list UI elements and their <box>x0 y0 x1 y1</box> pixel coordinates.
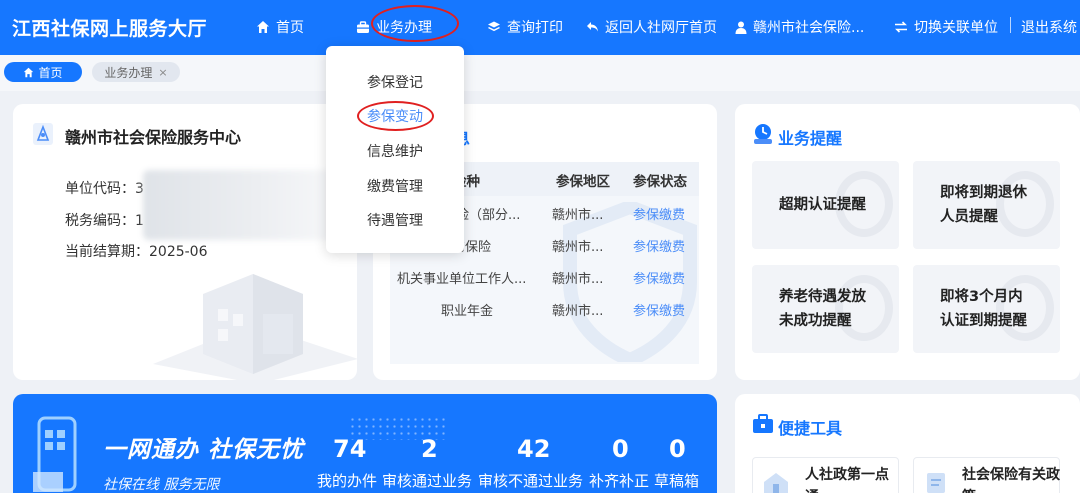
reminder-auth-expiring[interactable]: 即将3个月内 认证到期提醒 <box>913 265 1060 353</box>
stat-value: 42 <box>517 435 551 463</box>
settlement-period-row: 当前结算期：2025-06 <box>65 241 208 261</box>
stats-banner: 一网通办 社保无忧 社保在线 服务无限 74 我的办件 2 审核通过业务 42 … <box>13 394 717 493</box>
reminder-line: 即将到期退休 <box>940 185 1027 201</box>
nav-return-home[interactable]: 返回人社网厅首页 <box>586 17 717 37</box>
redaction-blur <box>143 170 333 240</box>
row-region: 赣州市... <box>552 272 604 287</box>
reminder-line: 认证到期提醒 <box>940 313 1027 329</box>
reminder-line: 超期认证提醒 <box>779 197 866 213</box>
stat-label: 审核不通过业务 <box>478 472 584 490</box>
tool-label-line: 人社政第一点 <box>805 467 889 483</box>
tab-business-label: 业务办理 <box>104 65 153 80</box>
tax-code-row: 税务编码：1 <box>65 210 144 230</box>
nav-query-print-label: 查询打印 <box>507 20 563 36</box>
row-status: 参保缴费 <box>633 304 686 319</box>
nav-switch-unit[interactable]: 切换关联单位 <box>894 17 998 37</box>
row-status: 参保缴费 <box>633 272 686 287</box>
nav-home-label: 首页 <box>276 20 304 36</box>
nav-return-home-label: 返回人社网厅首页 <box>605 20 717 36</box>
highlight-ring-change <box>357 101 434 131</box>
settlement-period-value: 2025-06 <box>149 244 208 260</box>
row-type: 机关事业单位工作人... <box>397 272 527 287</box>
row-status: 参保缴费 <box>633 208 686 223</box>
tab-home[interactable]: 首页 <box>4 62 82 82</box>
business-dropdown-menu: 参保登记 参保变动 信息维护 缴费管理 待遇管理 <box>326 46 464 253</box>
briefcase-icon <box>357 20 369 33</box>
layers-icon <box>488 21 500 32</box>
reminder-line: 养老待遇发放 <box>779 289 866 305</box>
stat-label: 补齐补正 <box>589 472 650 490</box>
unit-name: 赣州市社会保险服务中心 <box>65 128 242 147</box>
tool-label-line: 策 <box>962 486 1060 493</box>
tab-business[interactable]: 业务办理 × <box>92 62 180 82</box>
user-icon <box>735 21 747 34</box>
settlement-period-label: 当前结算期： <box>65 244 149 260</box>
home-icon <box>257 21 269 33</box>
building-tool-icon <box>764 473 788 493</box>
stat-value: 2 <box>421 435 438 463</box>
clock-person-icon <box>754 124 772 144</box>
reminder-overdue-auth[interactable]: 超期认证提醒 <box>752 161 899 249</box>
nav-logout-label: 退出系统 <box>1021 20 1077 36</box>
nav-divider <box>1010 17 1011 33</box>
row-region: 赣州市... <box>552 304 604 319</box>
stat-label: 草稿箱 <box>654 472 700 490</box>
top-navbar: 江西社保网上服务大厅 首页 业务办理 查询打印 返回人社网厅首页 赣州市社会保险… <box>0 0 1080 55</box>
reminder-upcoming-retirement[interactable]: 即将到期退休 人员提醒 <box>913 161 1060 249</box>
col-status: 参保状态 <box>633 174 687 190</box>
home-icon <box>24 67 34 77</box>
menu-item-registration[interactable]: 参保登记 <box>326 72 464 92</box>
menu-item-info-maintenance[interactable]: 信息维护 <box>326 141 464 161</box>
row-type: 职业年金 <box>441 304 494 319</box>
row-region: 赣州市... <box>552 240 604 255</box>
stat-value: 0 <box>669 435 686 463</box>
unit-code-label: 单位代码： <box>65 181 135 197</box>
site-title: 江西社保网上服务大厅 <box>12 18 208 40</box>
tool-label: 社会保险有关政 策 <box>962 464 1060 493</box>
nav-logout[interactable]: 退出系统 <box>1021 17 1077 37</box>
tab-home-label: 首页 <box>38 65 63 80</box>
row-status: 参保缴费 <box>633 240 686 255</box>
tool-label-line: 社会保险有关政 <box>962 467 1060 483</box>
building-illustration <box>153 274 357 380</box>
menu-item-payment[interactable]: 缴费管理 <box>326 176 464 196</box>
tab-strip: 首页 业务办理 × <box>0 55 1080 91</box>
nav-user-unit[interactable]: 赣州市社会保险... <box>735 17 864 37</box>
nav-switch-unit-label: 切换关联单位 <box>914 20 998 36</box>
stat-label: 我的办件 <box>317 472 378 490</box>
reminder-pension-failed[interactable]: 养老待遇发放 未成功提醒 <box>752 265 899 353</box>
unit-code-row: 单位代码：3 <box>65 178 144 198</box>
banner-subtitle: 社保在线 服务无限 <box>103 477 220 493</box>
document-tool-icon <box>927 473 945 493</box>
reminder-line: 未成功提醒 <box>779 313 852 329</box>
nav-user-unit-label: 赣州市社会保险... <box>753 20 865 36</box>
nav-home[interactable]: 首页 <box>256 17 304 37</box>
row-type: 险（部分... <box>456 208 521 223</box>
nav-query-print[interactable]: 查询打印 <box>487 17 563 37</box>
stat-value: 0 <box>612 435 629 463</box>
row-region: 赣州市... <box>552 208 604 223</box>
reminder-line: 人员提醒 <box>940 209 998 225</box>
return-arrow-icon <box>587 22 598 32</box>
stat-label: 审核通过业务 <box>382 472 473 490</box>
unit-logo-icon <box>33 123 53 149</box>
tool-label-line: 通 <box>805 486 889 493</box>
phone-illustration-icon <box>33 416 77 492</box>
toolbox-icon <box>753 414 773 433</box>
col-region: 参保地区 <box>556 174 610 190</box>
tools-title: 便捷工具 <box>778 419 843 438</box>
reminders-title: 业务提醒 <box>778 129 843 148</box>
menu-item-benefits[interactable]: 待遇管理 <box>326 210 464 230</box>
tool-label: 人社政第一点 通 <box>805 464 889 493</box>
banner-title: 一网通办 社保无忧 <box>103 437 305 463</box>
stat-value: 74 <box>333 435 367 463</box>
tab-close-icon[interactable]: × <box>158 66 167 79</box>
reminder-line: 即将3个月内 <box>940 289 1023 305</box>
switch-icon <box>895 21 907 33</box>
tax-code-label: 税务编码： <box>65 213 135 229</box>
highlight-ring-business <box>371 5 459 42</box>
